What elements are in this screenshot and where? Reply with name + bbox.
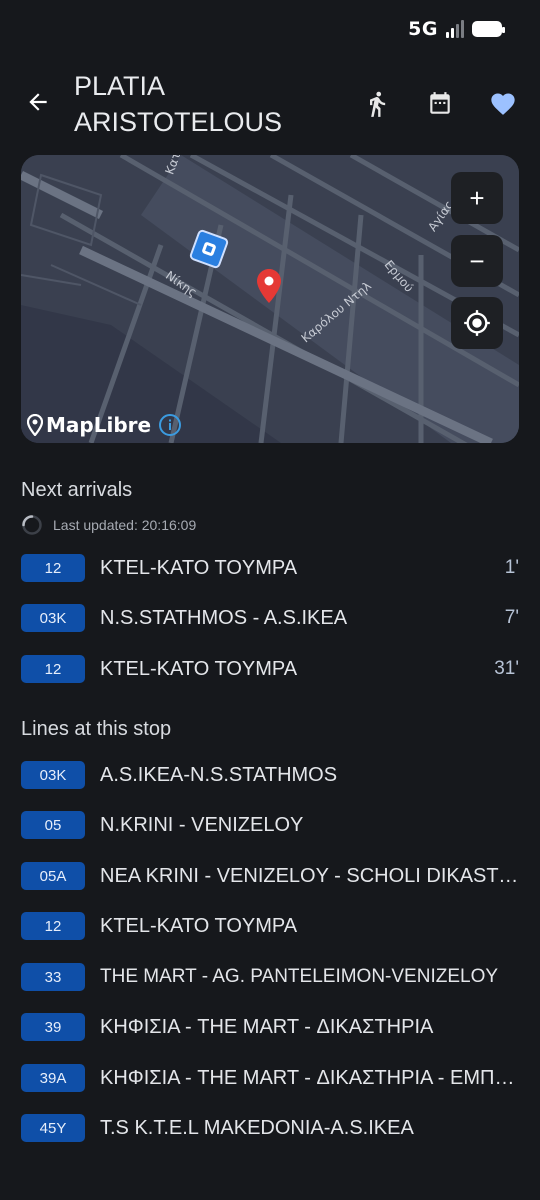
refresh-progress-icon [22,515,42,535]
line-badge: 45Y [21,1114,85,1142]
arrival-destination: KTEL-KATO TOYMPA [100,657,298,680]
line-badge: 33 [21,963,85,991]
info-icon[interactable] [158,413,182,437]
line-badge: 39 [21,1013,85,1041]
walk-button[interactable] [359,86,395,122]
zoom-out-button[interactable]: − [451,235,503,287]
line-badge: 12 [21,912,85,940]
line-badge: 12 [21,554,85,582]
line-name: T.S K.T.E.L MAKEDONIA-A.S.IKEA [100,1116,414,1139]
arrival-destination: KTEL-KATO TOYMPA [100,556,298,579]
line-badge: 39A [21,1064,85,1092]
line-badge: 03K [21,761,85,789]
plus-icon: + [469,183,485,213]
arrival-minutes: 31' [494,658,519,679]
line-badge: 03K [21,604,85,632]
arrival-destination: N.S.STATHMOS - A.S.IKEA [100,606,348,629]
back-button[interactable] [20,84,56,120]
line-row[interactable]: 05A NEA KRINI - VENIZELOY - SCHOLI DIKAS… [21,861,519,891]
line-name: A.S.IKEA-N.S.STATHMOS [100,763,338,786]
walk-icon [370,91,386,117]
minus-icon: − [469,246,485,276]
favorite-button[interactable] [485,86,521,122]
my-location-button[interactable] [451,297,503,349]
line-row[interactable]: 03K A.S.IKEA-N.S.STATHMOS [21,760,519,790]
header: PLATIA ARISTOTELOUS [0,66,540,146]
arrival-row[interactable]: 12 KTEL-KATO TOYMPA 31' [21,654,519,684]
line-name: KTEL-KATO TOYMPA [100,914,298,937]
signal-icon [446,20,464,38]
arrival-row[interactable]: 12 KTEL-KATO TOYMPA 1' [21,553,519,583]
schedule-button[interactable] [422,86,458,122]
line-name: N.KRINI - VENIZELOY [100,813,304,836]
status-icons: 5G [408,18,505,40]
arrival-minutes: 7' [504,607,519,628]
next-arrivals-title: Next arrivals [21,479,133,501]
line-name: ΚΗΦΙΣΙΑ - THE MART - ΔΙΚΑΣΤΗΡΙΑ [100,1015,434,1038]
crosshair-icon [464,310,490,336]
line-row[interactable]: 39A ΚΗΦΙΣΙΑ - THE MART - ΔΙΚΑΣΤΗΡΙΑ - ΕΜ… [21,1063,519,1093]
map-attribution: MapLibre [27,413,182,437]
network-type: 5G [408,18,438,40]
line-row[interactable]: 12 KTEL-KATO TOYMPA [21,911,519,941]
line-name: NEA KRINI - VENIZELOY - SCHOLI DIKASTO… [100,864,519,887]
last-updated-text: Last updated: 20:16:09 [53,517,197,533]
line-row[interactable]: 45Y T.S K.T.E.L MAKEDONIA-A.S.IKEA [21,1113,519,1143]
calendar-icon [430,92,450,114]
lines-title: Lines at this stop [21,718,172,740]
line-badge: 12 [21,655,85,683]
arrival-minutes: 1' [504,557,519,578]
arrival-row[interactable]: 03K N.S.STATHMOS - A.S.IKEA 7' [21,603,519,633]
line-name: ΚΗΦΙΣΙΑ - THE MART - ΔΙΚΑΣΤΗΡΙΑ - ΕΜΠ… [100,1066,515,1089]
stop-marker-icon [257,269,281,303]
zoom-in-button[interactable]: + [451,172,503,224]
line-row[interactable]: 05 N.KRINI - VENIZELOY [21,810,519,840]
heart-icon [491,93,515,115]
map-view[interactable]: Κατου Νίκης Ερμού Καρόλου Ντηλ Αγίας + −… [21,155,519,443]
line-badge: 05A [21,862,85,890]
line-name: THE MART - AG. PANTELEIMON-VENIZELOY [100,966,499,987]
line-row[interactable]: 39 ΚΗΦΙΣΙΑ - THE MART - ΔΙΚΑΣΤΗΡΙΑ [21,1012,519,1042]
last-updated: Last updated: 20:16:09 [21,514,196,536]
line-badge: 05 [21,811,85,839]
map-pin-logo-icon [27,414,43,436]
battery-icon [472,21,505,37]
back-arrow-icon [29,93,47,111]
page-title: PLATIA ARISTOTELOUS [74,71,283,137]
line-row[interactable]: 33 THE MART - AG. PANTELEIMON-VENIZELOY [21,962,519,992]
status-bar: 5G [0,0,540,60]
maplibre-logo-text: MapLibre [46,413,152,437]
